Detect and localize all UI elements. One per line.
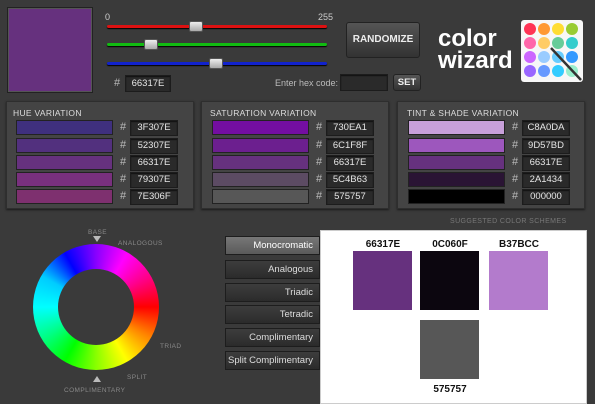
hash-symbol: # [512,121,519,133]
hash-symbol: # [114,77,121,89]
hue-swatch-2[interactable] [16,138,113,153]
scheme-hex-3: B37BCC [498,239,539,250]
color-wizard-logo-icon [521,20,583,82]
saturation-hex-3: 66317E [326,155,374,171]
hue-hex-5: 7E306F [130,189,178,205]
tint-shade-variation-panel: TINT & SHADE VARIATION # C8A0DA # 9D57BD… [397,101,585,209]
wheel-label-triad: TRIAD [160,343,182,350]
saturation-hex-1: 730EA1 [326,120,374,136]
saturation-hex-2: 6C1F8F [326,138,374,154]
saturation-swatch-2[interactable] [212,138,309,153]
hue-hex-1: 3F307E [130,120,178,136]
tint-swatch-1[interactable] [408,120,505,135]
set-button[interactable]: SET [393,74,421,91]
hash-symbol: # [316,121,323,133]
hash-symbol: # [120,139,127,151]
saturation-swatch-3[interactable] [212,155,309,170]
logo-line-2: wizard [438,47,513,74]
hash-symbol: # [512,139,519,151]
scheme-hex-4: 575757 [433,384,467,395]
tint-swatch-2[interactable] [408,138,505,153]
scheme-button-analogous[interactable]: Analogous [225,260,320,279]
saturation-panel-title: SATURATION VARIATION [210,108,317,118]
green-slider-thumb[interactable] [144,39,158,50]
scheme-button-monocromatic[interactable]: Monocromatic [225,236,320,255]
saturation-variation-panel: SATURATION VARIATION # 730EA1 # 6C1F8F #… [201,101,389,209]
hash-symbol: # [316,156,323,168]
saturation-hex-4: 5C4B63 [326,172,374,188]
scheme-hex-2: 0C060F [432,239,468,250]
hash-symbol: # [120,156,127,168]
scheme-button-complimentary[interactable]: Complimentary [225,328,320,347]
tint-hex-1: C8A0DA [522,120,570,136]
hash-symbol: # [512,173,519,185]
blue-slider-thumb[interactable] [209,58,223,69]
saturation-hex-5: 575757 [326,189,374,205]
wheel-label-split: SPLIT [127,374,148,381]
hex-input-field[interactable] [340,74,388,91]
hue-swatch-1[interactable] [16,120,113,135]
color-wheel-hole [58,269,134,345]
hex-input-label: Enter hex code: [275,78,339,88]
hue-swatch-5[interactable] [16,189,113,204]
scheme-button-split-complimentary[interactable]: Split Complimentary [225,351,320,370]
hash-symbol: # [316,139,323,151]
tint-swatch-4[interactable] [408,172,505,187]
complementary-marker-icon[interactable] [93,376,101,382]
hash-symbol: # [316,173,323,185]
logo-text: color wizard [438,27,513,74]
hue-panel-title: HUE VARIATION [13,108,82,118]
base-marker-icon[interactable] [93,236,101,242]
tint-hex-2: 9D57BD [522,138,570,154]
scheme-swatch-3[interactable] [489,251,548,310]
hash-symbol: # [512,156,519,168]
tint-hex-5: 000000 [522,189,570,205]
schemes-section-title: SUGGESTED COLOR SCHEMES [450,218,567,225]
red-slider-thumb[interactable] [189,21,203,32]
hue-swatch-3[interactable] [16,155,113,170]
scheme-button-tetradic[interactable]: Tetradic [225,305,320,324]
color-preview [7,7,93,93]
hash-symbol: # [512,190,519,202]
saturation-swatch-4[interactable] [212,172,309,187]
hue-hex-2: 52307E [130,138,178,154]
scheme-swatch-2[interactable] [420,251,479,310]
hue-variation-panel: HUE VARIATION # 3F307E # 52307E # 66317E… [6,101,194,209]
hue-hex-4: 79307E [130,172,178,188]
saturation-swatch-1[interactable] [212,120,309,135]
tint-swatch-3[interactable] [408,155,505,170]
wheel-label-complimentary: COMPLIMENTARY [64,387,126,394]
wheel-label-analogous: ANALOGOUS [118,240,163,247]
hue-hex-3: 66317E [130,155,178,171]
tint-hex-4: 2A1434 [522,172,570,188]
wheel-label-base: BASE [88,229,107,236]
hash-symbol: # [120,173,127,185]
green-slider-track[interactable] [107,43,327,46]
hue-swatch-4[interactable] [16,172,113,187]
hash-symbol: # [120,121,127,133]
scheme-swatch-4[interactable] [420,320,479,379]
hash-symbol: # [316,190,323,202]
red-slider-track[interactable] [107,25,327,28]
tint-hex-3: 66317E [522,155,570,171]
slider-min-label: 0 [105,12,111,22]
scheme-button-triadic[interactable]: Triadic [225,283,320,302]
hash-symbol: # [120,190,127,202]
tint-panel-title: TINT & SHADE VARIATION [407,108,519,118]
current-hex-field: 66317E [125,75,171,92]
scheme-swatch-1[interactable] [353,251,412,310]
tint-swatch-5[interactable] [408,189,505,204]
color-wheel[interactable] [33,244,159,370]
scheme-preview-panel: 66317E 0C060F B37BCC 575757 [320,230,587,404]
slider-max-label: 255 [318,12,334,22]
randomize-button[interactable]: RANDOMIZE [346,22,420,58]
saturation-swatch-5[interactable] [212,189,309,204]
scheme-hex-1: 66317E [365,239,401,250]
